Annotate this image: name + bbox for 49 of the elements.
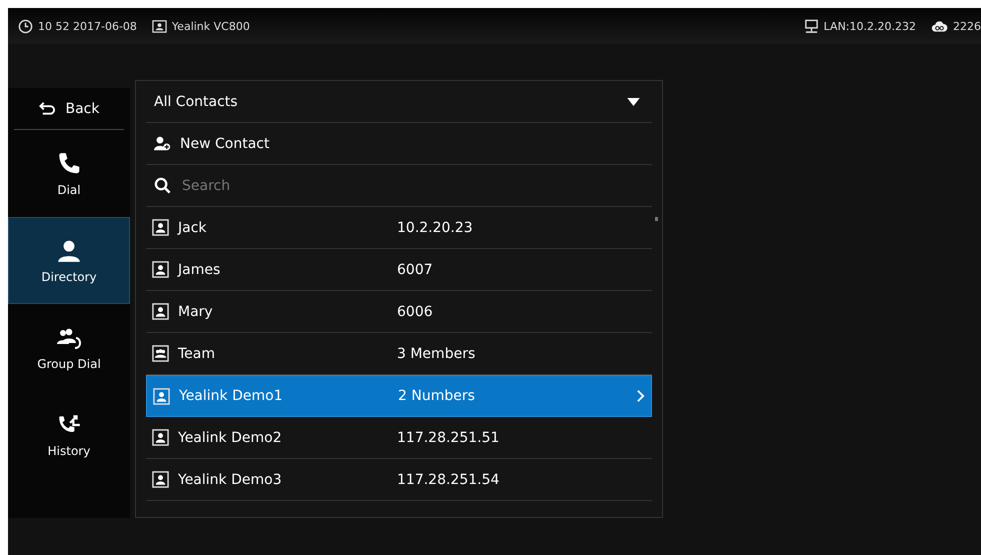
contact-name: Team (178, 346, 216, 362)
date-time: 10 52 2017-06-08 (38, 20, 137, 32)
contact-name: Yealink Demo3 (178, 472, 283, 488)
contact-row[interactable]: Yealink Demo2 117.28.251.51 (146, 417, 652, 459)
contact-card-icon (152, 471, 169, 488)
network-icon (804, 18, 819, 34)
group-dropdown[interactable]: All Contacts (146, 81, 652, 123)
contact-card-icon (152, 219, 169, 236)
contact-row[interactable]: Mary 6006 (146, 291, 652, 333)
new-contact-button[interactable]: New Contact (146, 123, 652, 165)
chevron-right-icon (636, 389, 645, 403)
contact-detail: 10.2.20.23 (397, 220, 474, 236)
contact-detail: 2 Numbers (398, 388, 476, 404)
contact-row[interactable]: Yealink Demo3 117.28.251.54 (146, 459, 652, 501)
contact-name: Yealink Demo1 (179, 388, 284, 404)
sidebar-item[interactable]: Dial (8, 130, 130, 217)
search-icon (154, 177, 171, 194)
dropdown-caret-icon (627, 98, 640, 106)
contact-row[interactable]: Jack 10.2.20.23 (146, 207, 652, 249)
contact-card-icon (152, 261, 169, 278)
contact-detail: 117.28.251.54 (397, 472, 500, 488)
back-button[interactable]: Back (14, 88, 124, 130)
person-icon (56, 238, 82, 264)
scrollbar-thumb (655, 217, 658, 221)
contact-detail: 3 Members (397, 346, 476, 362)
contact-detail: 6007 (397, 262, 434, 278)
contact-name: Mary (178, 304, 214, 320)
clock-icon (18, 18, 33, 34)
add-person-icon (154, 135, 171, 152)
back-arrow-icon (38, 100, 56, 117)
sidebar-item[interactable]: Group Dial (8, 304, 130, 391)
lan-address: LAN:10.2.20.232 (824, 20, 916, 32)
contact-card-icon (152, 303, 169, 320)
contact-row[interactable]: Yealink Demo1 2 Numbers (146, 375, 652, 417)
contact-card-icon (152, 429, 169, 446)
contact-card-icon (153, 388, 170, 404)
contact-detail: 117.28.251.51 (397, 430, 500, 446)
sidebar-item[interactable]: Directory (8, 217, 130, 304)
contact-detail: 6006 (397, 304, 434, 320)
device-name: Yealink VC800 (172, 20, 250, 32)
contact-row[interactable]: James 6007 (146, 249, 652, 291)
contact-name: Yealink Demo2 (178, 430, 283, 446)
sidebar-item[interactable]: History (8, 391, 130, 478)
search-field[interactable]: Search (180, 176, 644, 194)
contact-card-icon (152, 18, 167, 34)
contact-name: Jack (178, 220, 208, 236)
contact-name: James (178, 262, 222, 278)
group-card-icon (152, 345, 169, 362)
account-number: 2226 (953, 20, 981, 32)
